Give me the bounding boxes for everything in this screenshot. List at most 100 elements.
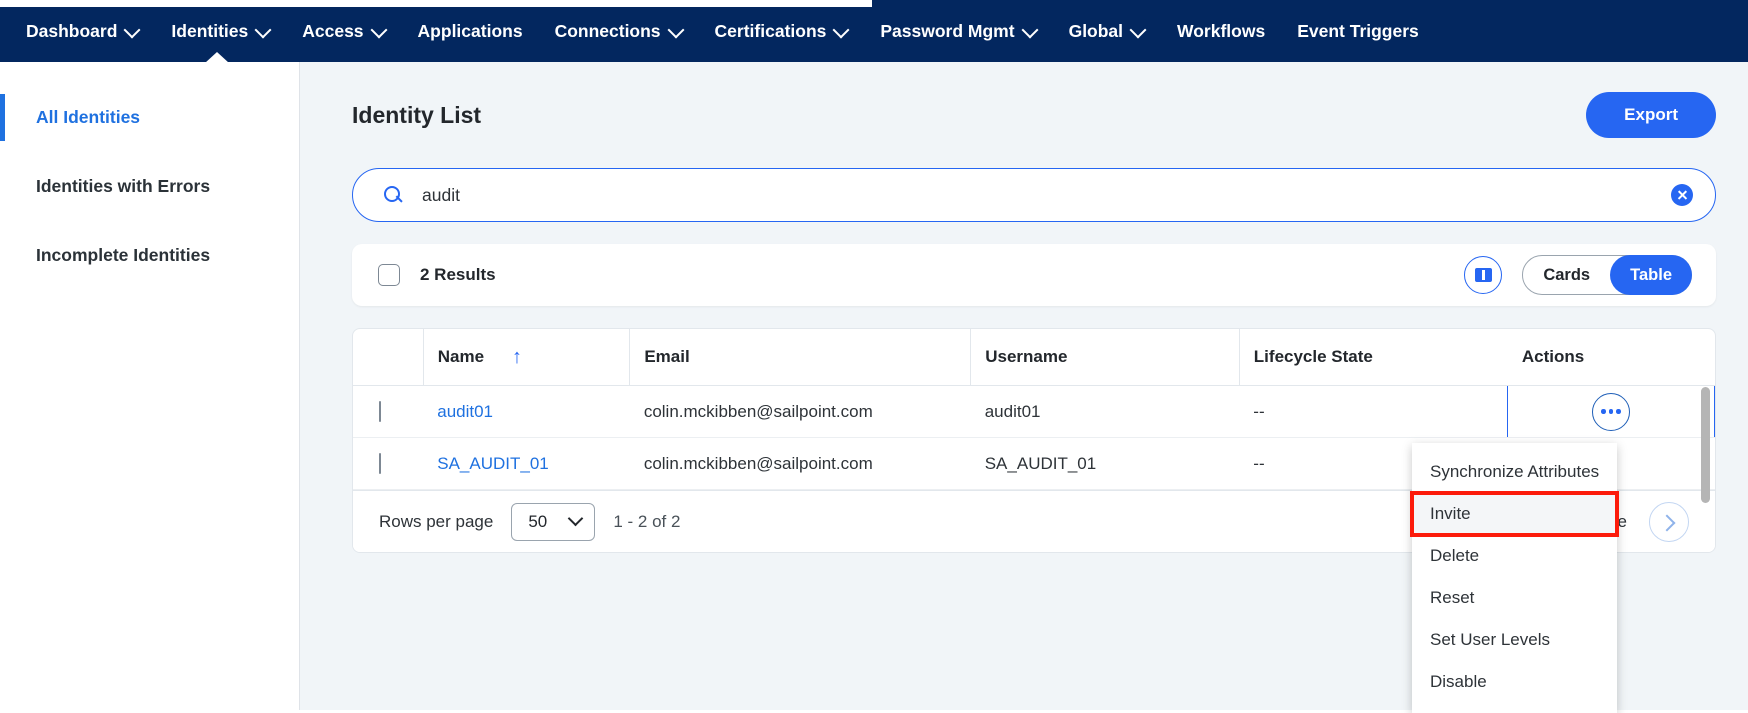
th-actions-label: Actions	[1521, 347, 1585, 366]
th-lifecycle-label: Lifecycle State	[1253, 347, 1373, 366]
view-toggle-table[interactable]: Table	[1610, 255, 1692, 295]
row-select-checkbox[interactable]	[379, 452, 381, 474]
sidebar-item-label: Incomplete Identities	[36, 245, 211, 265]
table-vertical-scrollbar[interactable]	[1701, 387, 1710, 503]
search-icon	[383, 185, 404, 206]
results-toolbar: 2 Results Cards Table	[352, 244, 1716, 306]
export-button[interactable]: Export	[1586, 92, 1716, 138]
th-username-label: Username	[985, 347, 1068, 366]
table-header-row: Name ↑ Email Username Lifecycle State Ac…	[353, 329, 1715, 386]
th-name[interactable]: Name ↑	[422, 329, 630, 386]
results-count-label: 2 Results	[420, 265, 496, 284]
chevron-down-icon	[257, 23, 270, 36]
sidebar-item-identities-with-errors[interactable]: Identities with Errors	[0, 163, 299, 210]
active-nav-pointer-icon	[205, 52, 229, 63]
cell-name: SA_AUDIT_01	[423, 437, 630, 490]
identity-name-link[interactable]: SA_AUDIT_01	[437, 454, 549, 473]
view-toggle-cards[interactable]: Cards	[1523, 255, 1610, 295]
sidebar-item-label: All Identities	[36, 107, 141, 127]
th-actions: Actions	[1507, 329, 1715, 386]
cell-actions	[1507, 385, 1715, 438]
search-bar[interactable]	[352, 168, 1716, 222]
th-lifecycle-state[interactable]: Lifecycle State	[1238, 329, 1508, 386]
identity-name-link[interactable]: audit01	[437, 402, 493, 421]
th-email[interactable]: Email	[629, 329, 971, 386]
nav-label: Connections	[554, 20, 661, 41]
row-checkbox-cell	[353, 385, 424, 438]
chevron-down-icon	[1024, 23, 1037, 36]
nav-label: Password Mgmt	[880, 20, 1015, 41]
clear-search-icon[interactable]	[1671, 184, 1693, 206]
nav-label: Workflows	[1177, 20, 1266, 41]
primary-navigation: Dashboard Identities Access Applications…	[0, 0, 1748, 62]
nav-item-password-mgmt[interactable]: Password Mgmt	[864, 0, 1052, 62]
menu-item-synchronize-attributes[interactable]: Synchronize Attributes	[1412, 451, 1617, 493]
nav-item-global[interactable]: Global	[1053, 0, 1161, 62]
cell-username: audit01	[970, 385, 1240, 438]
th-name-label: Name	[437, 347, 485, 366]
select-all-checkbox[interactable]	[378, 264, 400, 286]
cell-email: colin.mckibben@sailpoint.com	[629, 385, 971, 438]
content-header: Identity List Export	[352, 92, 1716, 138]
results-right-group: Cards Table	[1464, 255, 1692, 295]
chevron-down-icon	[670, 23, 683, 36]
dot	[1616, 409, 1621, 414]
chevron-down-icon	[835, 23, 848, 36]
menu-item-delete[interactable]: Delete	[1412, 535, 1617, 577]
nav-label: Applications	[417, 20, 523, 41]
nav-item-applications[interactable]: Applications	[402, 0, 539, 62]
rows-per-page-value: 50	[528, 511, 548, 531]
nav-item-workflows[interactable]: Workflows	[1161, 0, 1281, 62]
columns-glyph-icon	[1474, 268, 1492, 282]
nav-item-certifications[interactable]: Certifications	[699, 0, 865, 62]
nav-item-dashboard[interactable]: Dashboard	[10, 0, 155, 62]
chevron-down-icon	[126, 23, 139, 36]
cell-lifecycle-state: --	[1239, 385, 1508, 438]
sidebar: All Identities Identities with Errors In…	[0, 62, 300, 710]
result-range-text: 1 - 2 of 2	[613, 511, 681, 531]
nav-label: Identities	[171, 20, 249, 41]
nav-item-event-triggers[interactable]: Event Triggers	[1281, 0, 1435, 62]
nav-item-connections[interactable]: Connections	[539, 0, 699, 62]
row-actions-ellipsis-icon[interactable]	[1592, 392, 1631, 431]
row-select-checkbox[interactable]	[379, 400, 381, 422]
nav-label: Access	[302, 20, 364, 41]
menu-item-invite[interactable]: Invite	[1410, 491, 1619, 537]
view-mode-toggle: Cards Table	[1522, 255, 1692, 295]
cell-name: audit01	[423, 385, 630, 438]
columns-icon[interactable]	[1464, 256, 1503, 294]
cell-username: SA_AUDIT_01	[970, 437, 1240, 490]
nav-label: Global	[1068, 20, 1124, 41]
sort-ascending-arrow-icon[interactable]: ↑	[512, 347, 522, 367]
th-select	[353, 329, 424, 386]
table-row[interactable]: audit01 colin.mckibben@sailpoint.com aud…	[353, 385, 1715, 438]
sidebar-item-label: Identities with Errors	[36, 176, 211, 196]
th-username[interactable]: Username	[970, 329, 1240, 386]
nav-item-access[interactable]: Access	[286, 0, 401, 62]
row-checkbox-cell	[353, 437, 424, 490]
menu-item-set-user-levels[interactable]: Set User Levels	[1412, 619, 1617, 661]
dot	[1608, 409, 1614, 414]
menu-item-reset[interactable]: Reset	[1412, 577, 1617, 619]
rows-per-page-select[interactable]: 50	[511, 502, 596, 541]
footer-left-group: Rows per page 50 1 - 2 of 2	[379, 502, 681, 541]
rows-per-page-label: Rows per page	[379, 511, 494, 531]
chevron-down-icon	[373, 23, 386, 36]
sidebar-item-incomplete-identities[interactable]: Incomplete Identities	[0, 232, 299, 279]
search-input[interactable]	[420, 183, 1671, 207]
chevron-down-icon	[1132, 23, 1145, 36]
nav-label: Event Triggers	[1297, 20, 1419, 41]
dot	[1601, 409, 1606, 414]
nav-label: Dashboard	[26, 20, 118, 41]
row-actions-menu: Synchronize Attributes Invite Delete Res…	[1410, 443, 1619, 713]
window-top-edge	[0, 0, 872, 7]
next-page-button[interactable]	[1649, 501, 1689, 542]
th-email-label: Email	[644, 347, 690, 366]
menu-item-disable[interactable]: Disable	[1412, 661, 1617, 703]
sidebar-item-all-identities[interactable]: All Identities	[0, 94, 299, 141]
results-left-group: 2 Results	[378, 264, 496, 286]
chevron-down-icon	[570, 513, 582, 525]
page-title: Identity List	[352, 101, 482, 128]
chevron-right-icon	[1661, 516, 1673, 528]
nav-label: Certifications	[714, 20, 827, 41]
